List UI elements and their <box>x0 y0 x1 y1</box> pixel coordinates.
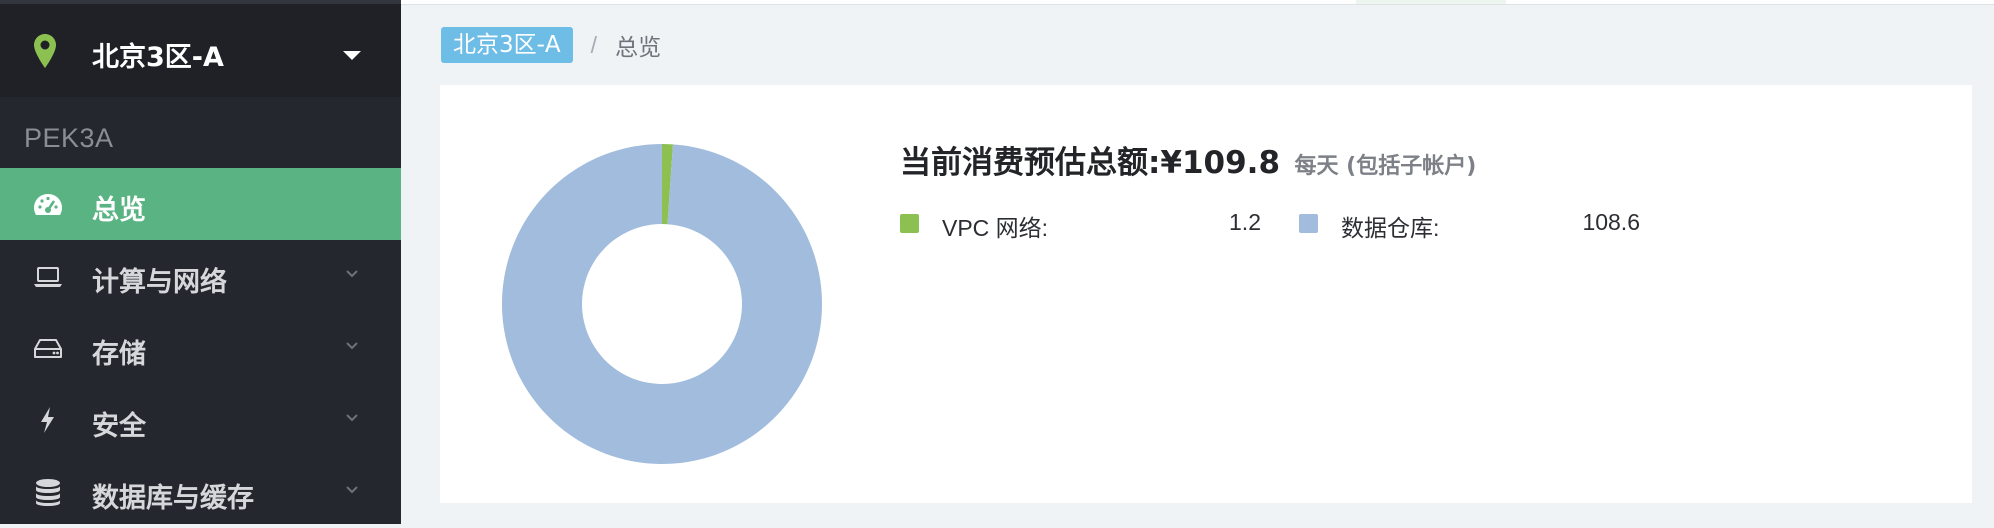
cost-donut-chart <box>502 144 822 464</box>
active-tab-highlight <box>1356 0 1506 4</box>
dashboard-icon <box>34 194 62 215</box>
chart-legend: VPC 网络: 1.2 数据仓库: 108.6 <box>900 207 1700 241</box>
sidebar-item-security[interactable]: 安全 <box>0 384 401 456</box>
sidebar-item-label: 安全 <box>92 411 146 442</box>
database-icon <box>36 479 60 506</box>
caret-down-icon[interactable] <box>343 51 361 60</box>
region-selector[interactable]: 北京3区-A <box>0 0 401 97</box>
cost-overview-card: 当前消费预估总额:¥109.8 每天 (包括子帐户) VPC 网络: 1.2 数… <box>440 85 1972 503</box>
sidebar-item-label: 计算与网络 <box>92 267 227 298</box>
map-pin-icon <box>34 34 56 68</box>
breadcrumb: 北京3区-A / 总览 <box>441 27 661 63</box>
legend-swatch <box>900 214 919 233</box>
sidebar-item-label: 数据库与缓存 <box>92 483 254 514</box>
sidebar-item-label: 总览 <box>92 195 146 226</box>
sidebar-item-storage[interactable]: 存储 <box>0 312 401 384</box>
hard-drive-icon <box>34 339 62 358</box>
chevron-down-icon <box>346 486 358 494</box>
laptop-icon <box>34 267 62 287</box>
cost-summary: 当前消费预估总额:¥109.8 每天 (包括子帐户) <box>900 137 1476 182</box>
breadcrumb-region-link[interactable]: 北京3区-A <box>441 27 573 63</box>
donut-slice-data-warehouse[interactable] <box>502 144 822 464</box>
zone-code: PEK3A <box>24 123 114 153</box>
region-name: 北京3区-A <box>92 42 224 73</box>
breadcrumb-current: 总览 <box>615 35 662 61</box>
sidebar-item-overview[interactable]: 总览 <box>0 168 401 240</box>
top-tab-strip <box>401 0 1994 5</box>
sidebar-item-label: 存储 <box>92 339 146 370</box>
legend-value: 1.2 <box>1229 209 1261 235</box>
sidebar-item-compute-network[interactable]: 计算与网络 <box>0 240 401 312</box>
sidebar: 北京3区-A PEK3A 总览 计算与网络 存储 安全 数据库与缓存 <box>0 0 401 524</box>
chevron-down-icon <box>346 270 358 278</box>
bolt-icon <box>41 407 54 433</box>
legend-swatch <box>1299 214 1318 233</box>
chevron-down-icon <box>346 414 358 422</box>
cost-summary-note: 每天 (包括子帐户) <box>1294 154 1477 179</box>
chevron-down-icon <box>346 342 358 350</box>
legend-label: 数据仓库: <box>1341 215 1440 241</box>
sidebar-item-database-cache[interactable]: 数据库与缓存 <box>0 456 401 528</box>
breadcrumb-separator: / <box>590 31 598 58</box>
legend-value: 108.6 <box>1582 209 1640 235</box>
cost-summary-label: 当前消费预估总额: <box>900 145 1161 181</box>
cost-summary-amount: ¥109.8 <box>1160 145 1281 181</box>
legend-label: VPC 网络: <box>942 215 1049 241</box>
